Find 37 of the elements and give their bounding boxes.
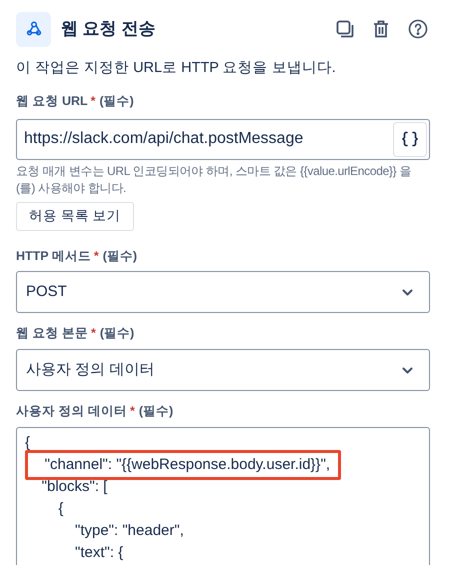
code-line: "blocks": [ xyxy=(40,476,108,496)
required-asterisk: * xyxy=(130,403,135,420)
required-asterisk: * xyxy=(90,325,96,342)
required-note: (필수) xyxy=(100,92,134,110)
required-asterisk: * xyxy=(90,92,96,110)
code-line: { xyxy=(57,498,64,518)
field-label: 웹 요청 본문 xyxy=(16,325,88,342)
field-label: HTTP 메서드 xyxy=(16,248,91,264)
code-line: "channel": "{{webResponse.body.user.id}}", xyxy=(44,454,330,474)
help-icon[interactable] xyxy=(408,19,428,39)
code-line: { xyxy=(25,432,30,452)
json-editor[interactable]: { "channel": "{{webResponse.body.user.id}}", "blocks": [ { "type": "header", "text": { xyxy=(16,426,430,565)
chevron-down-icon xyxy=(402,288,413,296)
required-note: (필수) xyxy=(138,403,174,420)
dropdown-select[interactable]: 사용자 정의 데이터 xyxy=(16,349,430,391)
webhook-icon xyxy=(24,20,42,38)
required-note: (필수) xyxy=(100,325,134,342)
chevron-down-icon xyxy=(402,366,413,374)
select-value: 사용자 정의 데이터 xyxy=(26,360,154,380)
copy-icon[interactable] xyxy=(336,20,354,38)
field-label: 사용자 정의 데이터 xyxy=(16,403,127,420)
smart-value-button[interactable] xyxy=(393,122,427,156)
trash-icon[interactable] xyxy=(373,20,389,38)
description-text: 이 작업은 지정한 URL로 HTTP 요청을 보냅니다. xyxy=(16,59,337,78)
code-line: "type": "header", xyxy=(74,520,184,540)
braces-icon xyxy=(402,131,418,147)
help-text: 요청 매개 변수는 URL 인코딩되어야 하며, 스마트 값은 {{value.urlEncode}} 을(를) 사용해야 합니다. xyxy=(16,162,412,196)
dialog-title: 웹 요청 전송 xyxy=(61,18,156,40)
allowlist-button[interactable]: 허용 목록 보기 xyxy=(16,202,134,230)
required-asterisk: * xyxy=(94,248,99,264)
select-value: POST xyxy=(26,282,67,302)
dropdown-select[interactable]: POST xyxy=(16,271,430,314)
url-value: https://slack.com/api/chat.postMessage xyxy=(24,129,304,149)
code-line: "text": { xyxy=(74,542,124,562)
required-note: (필수) xyxy=(102,248,138,265)
url-input-field[interactable]: https://slack.com/api/chat.postMessage xyxy=(16,118,430,160)
field-label: 웹 요청 URL xyxy=(16,92,88,110)
